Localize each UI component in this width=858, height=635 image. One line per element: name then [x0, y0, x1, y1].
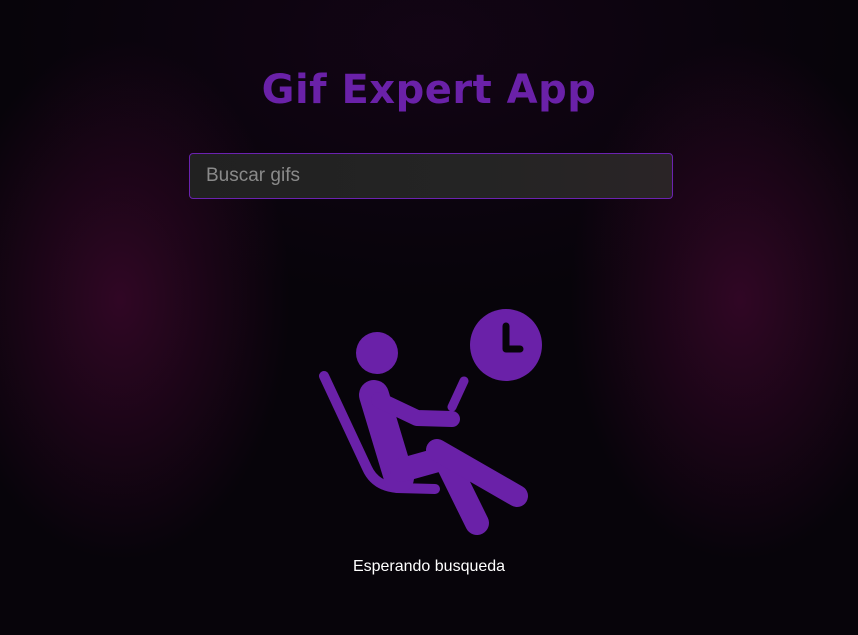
- person-head: [356, 332, 398, 374]
- page-title: Gif Expert App: [261, 67, 597, 113]
- status-text: Esperando busqueda: [352, 558, 506, 575]
- search-input[interactable]: [189, 153, 673, 199]
- person-waiting-clock-icon: [319, 309, 542, 535]
